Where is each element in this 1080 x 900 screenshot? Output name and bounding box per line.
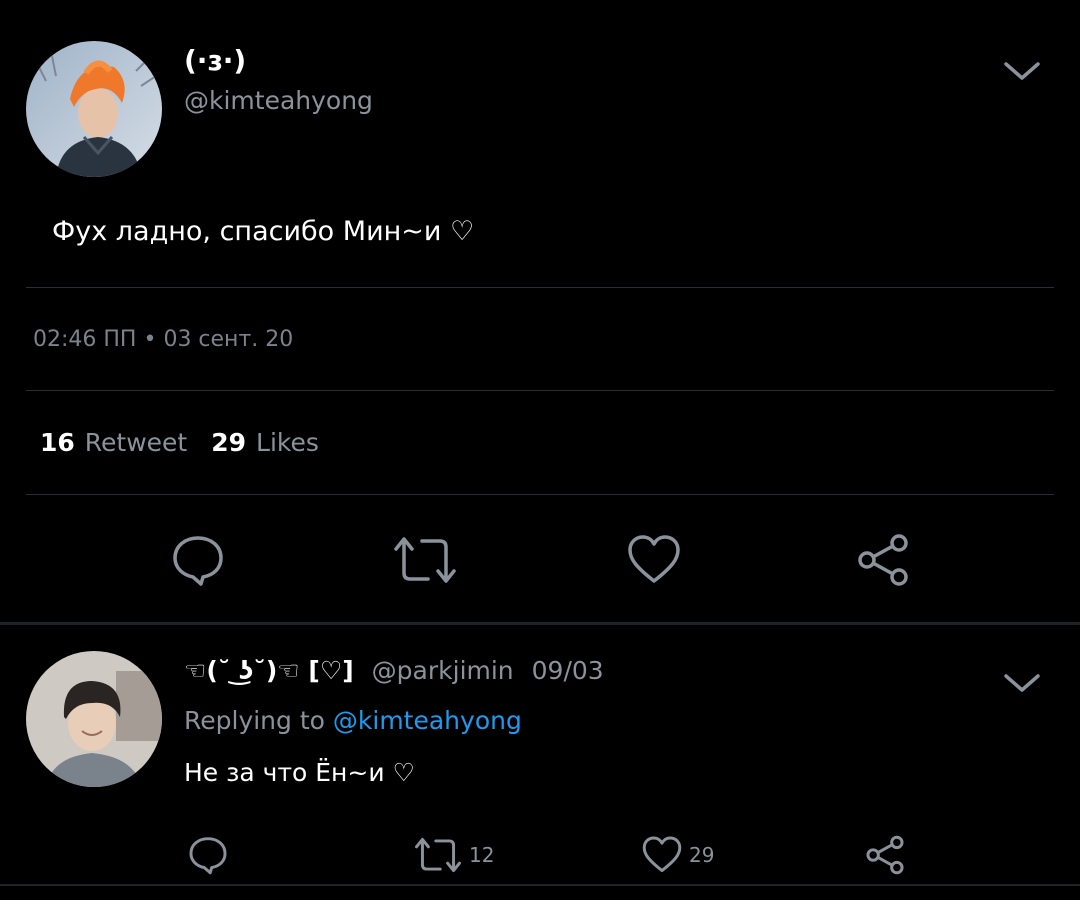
reply-username-handle[interactable]: @parkjimin xyxy=(372,656,514,685)
divider xyxy=(26,287,1054,288)
display-name[interactable]: (·ɜ·) xyxy=(184,44,246,77)
divider xyxy=(0,884,1080,886)
reply-avatar[interactable] xyxy=(26,651,162,787)
tweet-detail-screen: (·ɜ·) @kimteahyong Фух ладно, спасибо Ми… xyxy=(0,0,1080,900)
section-separator xyxy=(0,622,1080,625)
replying-to-label: Replying to xyxy=(184,706,325,735)
tweet-text: Фух ладно, спасибо Мин~и ♡ xyxy=(52,216,475,247)
likes-label[interactable]: Likes xyxy=(256,428,319,457)
chevron-down-icon[interactable] xyxy=(1002,56,1042,86)
replying-to-link[interactable]: @kimteahyong xyxy=(333,706,522,735)
avatar-image xyxy=(26,651,162,787)
share-icon xyxy=(858,534,908,586)
retweet-icon xyxy=(394,537,456,583)
retweet-button[interactable]: 12 xyxy=(413,835,494,875)
reply-button[interactable] xyxy=(187,835,229,875)
retweet-count[interactable]: 16 xyxy=(40,428,75,457)
reply-display-name[interactable]: ☜(˘ ͜ʖ˘)☜ [♡] xyxy=(184,656,354,685)
avatar-image xyxy=(26,41,162,177)
reply-button[interactable] xyxy=(171,533,225,587)
avatar[interactable] xyxy=(26,41,162,177)
tweet-timestamp: 02:46 ПП • 03 сент. 20 xyxy=(33,327,294,352)
retweet-icon xyxy=(415,837,461,873)
like-count: 29 xyxy=(689,843,715,867)
username-handle[interactable]: @kimteahyong xyxy=(184,86,373,115)
reply-date: 09/03 xyxy=(531,656,604,685)
divider xyxy=(26,390,1054,391)
chevron-down-icon[interactable] xyxy=(1002,668,1042,698)
share-icon xyxy=(866,835,904,875)
reply-header: ☜(˘ ͜ʖ˘)☜ [♡] @parkjimin 09/03 xyxy=(184,656,604,685)
like-button[interactable] xyxy=(626,533,682,587)
main-tweet: (·ɜ·) @kimteahyong Фух ладно, спасибо Ми… xyxy=(0,0,1080,622)
chat-bubble-icon xyxy=(189,837,227,875)
share-button[interactable] xyxy=(864,835,906,875)
heart-icon xyxy=(642,836,682,873)
share-button[interactable] xyxy=(855,533,911,587)
like-button[interactable]: 29 xyxy=(641,835,714,875)
heart-icon xyxy=(628,535,680,583)
tweet-stats: 16 Retweet 29 Likes xyxy=(40,428,333,457)
reply-text: Не за что Ён~и ♡ xyxy=(184,758,415,787)
replying-to: Replying to @kimteahyong xyxy=(184,706,522,735)
divider xyxy=(26,494,1054,495)
like-count[interactable]: 29 xyxy=(211,428,246,457)
retweet-button[interactable] xyxy=(392,533,458,587)
chat-bubble-icon xyxy=(173,536,223,586)
retweet-label[interactable]: Retweet xyxy=(85,428,187,457)
retweet-count: 12 xyxy=(469,843,495,867)
